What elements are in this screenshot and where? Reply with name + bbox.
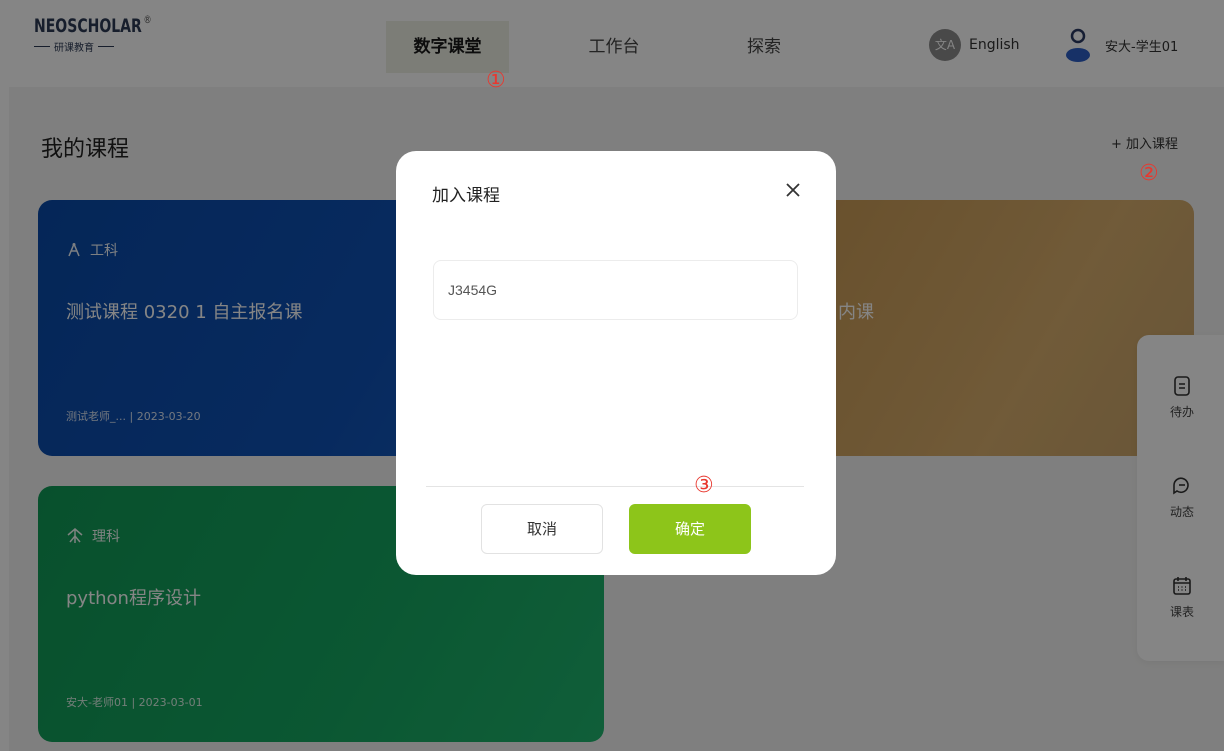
- join-course-dialog: 加入课程 取消 确定: [396, 151, 836, 575]
- confirm-button[interactable]: 确定: [629, 504, 751, 554]
- annotation-1: ①: [486, 68, 506, 93]
- cancel-button[interactable]: 取消: [481, 504, 603, 554]
- close-icon[interactable]: [782, 179, 804, 201]
- annotation-2: ②: [1139, 161, 1159, 186]
- course-code-input[interactable]: [433, 260, 798, 320]
- annotation-3: ③: [694, 473, 714, 498]
- dialog-title: 加入课程: [432, 186, 500, 206]
- divider: [426, 486, 804, 487]
